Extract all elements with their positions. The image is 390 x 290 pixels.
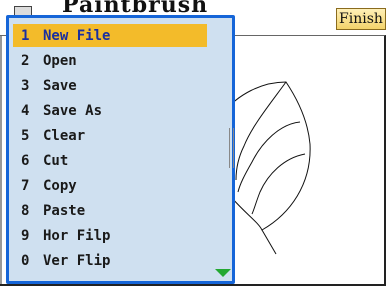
menu-item-label: New File — [43, 27, 111, 44]
scroll-down-icon[interactable] — [215, 269, 231, 277]
menu-item-key: 3 — [21, 77, 30, 94]
menu-item-key: 2 — [21, 52, 30, 69]
menu-item-label: Hor Filp — [43, 227, 111, 244]
sketch-stroke-2 — [237, 121, 301, 193]
menu-item-clear[interactable]: 5 Clear — [13, 124, 207, 147]
menu-item-new-file[interactable]: 1 New File — [13, 24, 207, 47]
menu-item-label: Paste — [43, 202, 86, 219]
menu-item-label: Ver Flip — [43, 252, 111, 269]
menu-item-open[interactable]: 2 Open — [13, 49, 207, 72]
finish-button[interactable]: Finish — [336, 8, 386, 30]
file-menu: 1 New File 2 Open 3 Save 4 Save As 5 Cle… — [6, 15, 235, 284]
sketch-stroke-3 — [251, 153, 306, 215]
menu-item-ver-flip[interactable]: 0 Ver Flip — [13, 249, 207, 272]
sketch-stroke-1 — [235, 81, 287, 181]
menu-item-save[interactable]: 3 Save — [13, 74, 207, 97]
menu-item-key: 9 — [21, 227, 30, 244]
menu-item-hor-flip[interactable]: 9 Hor Filp — [13, 224, 207, 247]
menu-item-key: 6 — [21, 152, 30, 169]
menu-item-label: Copy — [43, 177, 77, 194]
menu-item-key: 7 — [21, 177, 30, 194]
scroll-thumb[interactable] — [229, 128, 234, 168]
menu-item-key: 1 — [21, 27, 30, 44]
menu-item-label: Save — [43, 77, 77, 94]
menu-item-label: Save As — [43, 102, 103, 119]
menu-item-label: Cut — [43, 152, 69, 169]
menu-item-key: 5 — [21, 127, 30, 144]
menu-scrollbar[interactable] — [229, 128, 234, 168]
menu-item-save-as[interactable]: 4 Save As — [13, 99, 207, 122]
menu-item-cut[interactable]: 6 Cut — [13, 149, 207, 172]
menu-item-key: 8 — [21, 202, 30, 219]
sketch-stroke-4 — [261, 229, 277, 255]
menu-item-label: Clear — [43, 127, 86, 144]
menu-item-key: 0 — [21, 252, 30, 269]
menu-item-paste[interactable]: 8 Paste — [13, 199, 207, 222]
menu-item-label: Open — [43, 52, 77, 69]
menu-item-key: 4 — [21, 102, 30, 119]
menu-item-copy[interactable]: 7 Copy — [13, 174, 207, 197]
